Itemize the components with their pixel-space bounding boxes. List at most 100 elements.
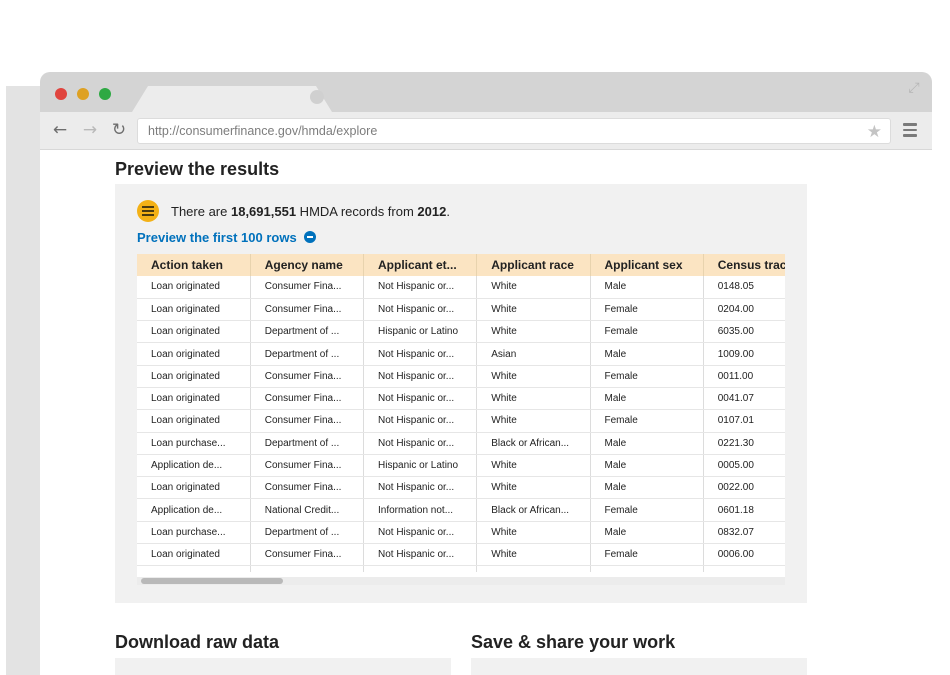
table-cell: 0107.01 xyxy=(703,409,785,433)
minimize-window-button[interactable] xyxy=(77,88,89,100)
table-cell: Department of ... xyxy=(250,432,365,455)
table-cell: Not Hispanic or... xyxy=(363,276,478,299)
table-cell: 6035.00 xyxy=(703,320,785,344)
table-row: Loan purchase... Department of ... Not His… xyxy=(137,432,785,455)
share-title: Save & share your work xyxy=(471,632,676,652)
table-cell: Loan originated xyxy=(137,298,251,322)
column-header[interactable]: Applicant race xyxy=(476,254,591,276)
browser-menu-icon[interactable] xyxy=(903,123,917,137)
table-cell: White xyxy=(476,409,591,433)
download-title: Download raw data xyxy=(115,632,280,652)
table-cell: Female xyxy=(590,320,704,344)
results-table-container[interactable]: Action taken Agency name Applicant et...… xyxy=(137,254,785,577)
table-row: Application de... Consumer Fina... Hispani… xyxy=(137,454,785,478)
records-prefix: There are xyxy=(171,204,231,219)
table-cell xyxy=(703,565,785,572)
bookmark-star-icon[interactable]: ★ xyxy=(867,122,882,142)
close-window-button[interactable] xyxy=(55,88,67,100)
table-cell: Application de... xyxy=(137,454,251,478)
preview-rows-toggle[interactable]: Preview the first 100 rows xyxy=(137,230,297,245)
table-cell: 0221.30 xyxy=(703,432,785,455)
table-cell: Information not... xyxy=(363,498,478,522)
table-cell: Male xyxy=(590,342,704,366)
address-bar[interactable]: http://consumerfinance.gov/hmda/explore … xyxy=(137,118,891,144)
table-cell: White xyxy=(476,320,591,344)
table-cell: Not Hispanic or... xyxy=(363,298,478,322)
tab-close-icon[interactable] xyxy=(310,90,324,104)
scrollbar-thumb[interactable] xyxy=(141,578,283,584)
table-cell: Black or African... xyxy=(476,432,591,455)
table-row: Loan originated Consumer Fina... Not Hispa… xyxy=(137,387,785,411)
table-cell: Consumer Fina... xyxy=(250,454,365,478)
table-cell: White xyxy=(476,476,591,500)
table-cell: White xyxy=(476,298,591,322)
table-cell: Male xyxy=(590,476,704,500)
results-table: Action taken Agency name Applicant et...… xyxy=(137,254,785,572)
table-cell: Not Hispanic or... xyxy=(363,387,478,411)
table-cell: Hispanic or Latino xyxy=(363,454,478,478)
table-cell: 0832.07 xyxy=(703,521,785,545)
table-cell: Loan originated xyxy=(137,276,251,299)
table-cell: Consumer Fina... xyxy=(250,387,365,411)
table-row-partial xyxy=(137,565,785,572)
column-header[interactable]: Applicant et... xyxy=(363,254,478,276)
table-cell: Male xyxy=(590,432,704,455)
table-cell xyxy=(250,565,365,572)
column-header[interactable]: Agency name xyxy=(250,254,365,276)
table-cell: Male xyxy=(590,276,704,299)
table-cell: Consumer Fina... xyxy=(250,476,365,500)
table-cell: National Credit... xyxy=(250,498,365,522)
reload-icon[interactable]: ↻ xyxy=(109,120,129,140)
share-panel xyxy=(471,658,807,675)
table-row: Loan originated Consumer Fina... Not Hispa… xyxy=(137,276,785,299)
table-cell: 0011.00 xyxy=(703,365,785,388)
table-cell: Not Hispanic or... xyxy=(363,409,478,433)
table-cell: Loan originated xyxy=(137,342,251,366)
table-cell: Consumer Fina... xyxy=(250,365,365,388)
table-cell: 0041.07 xyxy=(703,387,785,411)
table-cell: Male xyxy=(590,454,704,478)
table-cell: White xyxy=(476,387,591,411)
device-frame xyxy=(6,86,42,675)
table-cell: Application de... xyxy=(137,498,251,522)
browser-toolbar: ← → ↻ http://consumerfinance.gov/hmda/ex… xyxy=(40,112,932,150)
table-cell: Not Hispanic or... xyxy=(363,432,478,455)
table-cell: Female xyxy=(590,365,704,388)
table-cell: Department of ... xyxy=(250,521,365,545)
table-row: Loan originated Department of ... Hispanic… xyxy=(137,320,785,344)
table-cell: Loan originated xyxy=(137,476,251,500)
table-cell: Female xyxy=(590,543,704,567)
records-middle: HMDA records from xyxy=(296,204,418,219)
table-cell: White xyxy=(476,365,591,388)
table-cell: Loan originated xyxy=(137,543,251,567)
table-cell xyxy=(363,565,478,572)
table-cell: Consumer Fina... xyxy=(250,276,365,299)
horizontal-scrollbar[interactable] xyxy=(137,577,785,585)
table-row: Loan originated Department of ... Not Hisp… xyxy=(137,342,785,366)
table-cell: Female xyxy=(590,409,704,433)
back-arrow-icon[interactable]: ← xyxy=(50,120,70,140)
column-header[interactable]: Census tract xyxy=(703,254,785,276)
browser-window: ⤢ ← → ↻ http://consumerfinance.gov/hmda/… xyxy=(40,72,932,675)
table-cell: 0006.00 xyxy=(703,543,785,567)
table-row: Loan originated Consumer Fina... Not Hispa… xyxy=(137,365,785,388)
collapse-minus-icon[interactable] xyxy=(304,231,316,243)
table-cell: White xyxy=(476,543,591,567)
records-suffix: . xyxy=(446,204,450,219)
table-cell: 0022.00 xyxy=(703,476,785,500)
column-header[interactable]: Applicant sex xyxy=(590,254,704,276)
table-row: Loan originated Consumer Fina... Not Hispa… xyxy=(137,409,785,433)
table-cell: Hispanic or Latino xyxy=(363,320,478,344)
table-cell: Male xyxy=(590,521,704,545)
table-cell: 0005.00 xyxy=(703,454,785,478)
table-cell: Asian xyxy=(476,342,591,366)
table-cell: Loan purchase... xyxy=(137,432,251,455)
column-header[interactable]: Action taken xyxy=(137,254,251,276)
table-cell: Consumer Fina... xyxy=(250,409,365,433)
fullscreen-icon[interactable]: ⤢ xyxy=(906,80,922,96)
browser-tab[interactable] xyxy=(132,86,332,112)
maximize-window-button[interactable] xyxy=(99,88,111,100)
table-cell: Black or African... xyxy=(476,498,591,522)
table-cell: Consumer Fina... xyxy=(250,298,365,322)
forward-arrow-icon[interactable]: → xyxy=(80,120,100,140)
